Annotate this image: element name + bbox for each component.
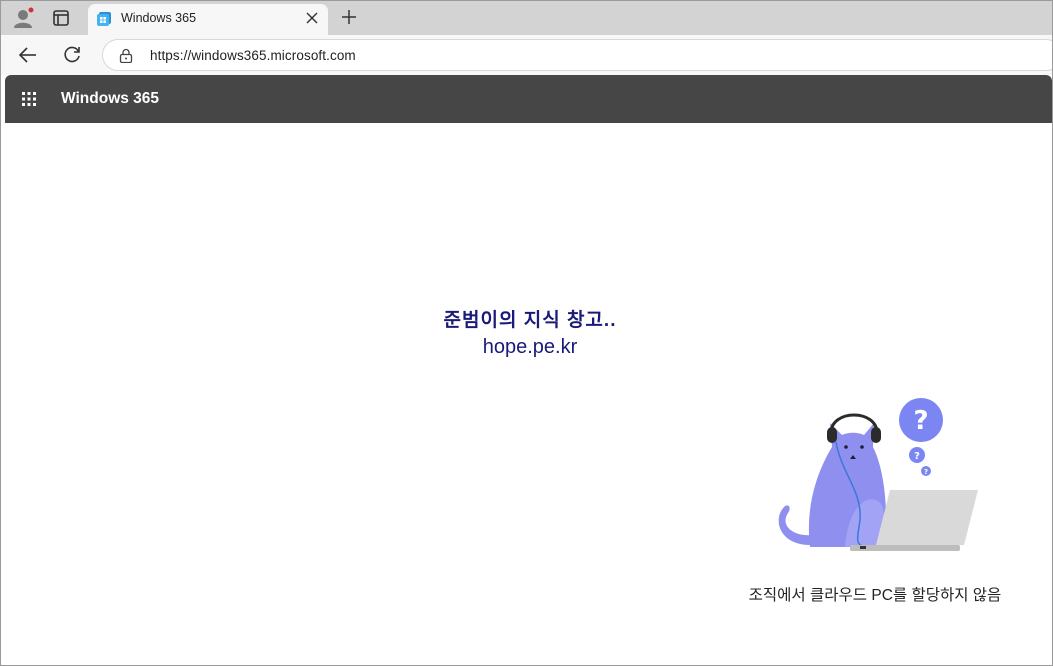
tab-windows-365[interactable]: Windows 365 xyxy=(88,4,328,35)
address-url[interactable]: https://windows365.microsoft.com xyxy=(150,48,356,63)
app-launcher-icon[interactable] xyxy=(21,91,37,107)
question-bubble-icon: ? ? ? xyxy=(899,398,943,476)
tab-actions-button[interactable] xyxy=(49,6,73,30)
reload-button[interactable] xyxy=(61,44,83,66)
close-icon[interactable] xyxy=(306,12,318,24)
new-tab-button[interactable] xyxy=(339,7,359,27)
plus-icon xyxy=(342,10,356,24)
app-header: Windows 365 xyxy=(5,75,1052,123)
tab-strip: Windows 365 xyxy=(1,1,1052,35)
watermark-title: 준범이의 지식 창고.. xyxy=(443,310,617,331)
lock-icon[interactable] xyxy=(119,48,133,63)
back-button[interactable] xyxy=(17,44,39,66)
cat-with-laptop-illustration: ? ? ? xyxy=(778,398,978,551)
watermark-url: hope.pe.kr xyxy=(482,336,578,358)
svg-text:?: ? xyxy=(914,451,920,462)
status-message: 조직에서 클라우드 PC를 할당하지 않음 xyxy=(748,587,1002,604)
browser-window: Windows 365 https://windows365.microsoft… xyxy=(0,0,1053,666)
svg-text:?: ? xyxy=(913,406,928,436)
reload-icon xyxy=(64,46,80,63)
watermark: 준범이의 지식 창고.. hope.pe.kr xyxy=(415,305,645,359)
profile-icon xyxy=(14,6,35,28)
address-bar[interactable]: https://windows365.microsoft.com xyxy=(102,39,1052,71)
profile-button[interactable] xyxy=(11,6,35,30)
tab-actions-icon xyxy=(53,10,69,26)
main-content: 준범이의 지식 창고.. hope.pe.kr ? ? ? 조직에서 클라우드 … xyxy=(5,123,1052,665)
navigation-toolbar: https://windows365.microsoft.com xyxy=(1,35,1052,75)
windows365-icon xyxy=(97,12,111,26)
tab-title: Windows 365 xyxy=(121,11,197,25)
app-title[interactable]: Windows 365 xyxy=(61,90,159,108)
svg-text:?: ? xyxy=(924,468,928,476)
back-arrow-icon xyxy=(18,47,36,63)
